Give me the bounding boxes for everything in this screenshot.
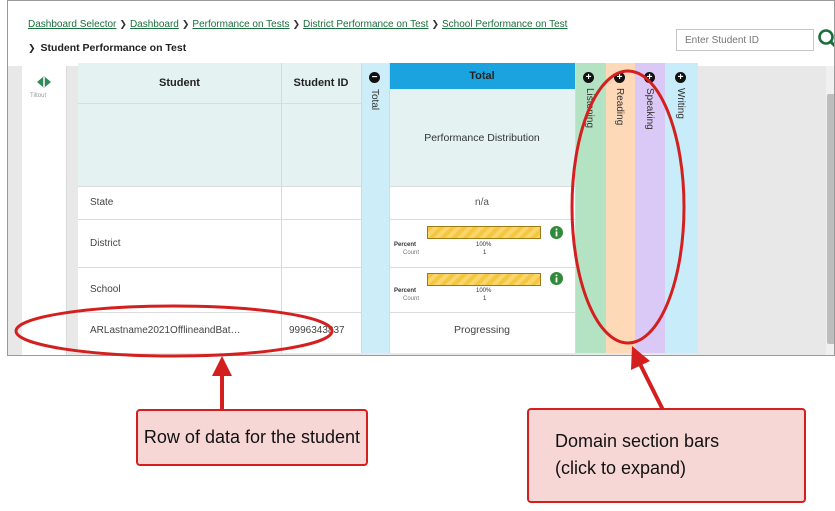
search-icon[interactable]	[816, 27, 835, 51]
student-id-search-input[interactable]	[676, 29, 814, 51]
grid-line	[281, 63, 282, 353]
domain-label-listening: Listening	[584, 88, 595, 129]
column-header-student-id[interactable]: Student ID	[281, 63, 361, 103]
page-title: ❯ Student Performance on Test	[28, 42, 186, 54]
district-count-label: Count	[403, 250, 420, 256]
left-rail: Tiltout	[22, 66, 67, 355]
school-count-value: 1	[483, 296, 487, 302]
school-count-label: Count	[403, 296, 420, 302]
domain-label-reading: Reading	[614, 88, 625, 126]
breadcrumb-dashboard-selector[interactable]: Dashboard Selector	[28, 19, 116, 30]
app-frame: Dashboard Selector ❯ Dashboard ❯ Performance…	[7, 0, 835, 356]
breadcrumb-district-performance[interactable]: District Performance on Test	[303, 19, 428, 30]
row-name-school: School	[90, 284, 121, 295]
grid-line	[389, 267, 575, 268]
school-percent-value: 100%	[476, 288, 492, 294]
grid-line	[361, 63, 362, 353]
breadcrumb-school-performance[interactable]: School Performance on Test	[442, 19, 567, 30]
student-results-table: Student Student ID − Total Total Perform…	[78, 63, 698, 353]
row-arrow-head	[212, 356, 232, 376]
callout-domain-text: Domain section bars (click to expand)	[555, 431, 720, 478]
total-collapsed-label: Total	[369, 89, 380, 111]
page-title-text: Student Performance on Test	[40, 42, 187, 54]
performance-distribution-label: Performance Distribution	[424, 131, 540, 144]
district-percent-label: Percent	[394, 242, 417, 248]
chevron-right-icon: ❯	[431, 19, 440, 29]
breadcrumb-dashboard[interactable]: Dashboard	[130, 19, 179, 30]
school-percent-label: Percent	[394, 288, 417, 294]
row-name-district: District	[90, 237, 121, 249]
state-total-value: n/a	[475, 197, 489, 208]
rail-label: Tiltout	[30, 93, 47, 99]
student-id-value: 9996343837	[289, 324, 345, 336]
column-header-total[interactable]: Total	[389, 63, 575, 89]
scrollbar-thumb[interactable]	[827, 94, 834, 344]
expand-writing-icon[interactable]: +	[675, 72, 686, 83]
student-total-level: Progressing	[453, 324, 511, 336]
chevron-right-icon: ❯	[181, 19, 190, 29]
callout-domain-bars: Domain section bars (click to expand)	[527, 408, 806, 503]
district-count-value: 1	[483, 250, 487, 256]
chevron-right-icon: ❯	[28, 43, 36, 53]
grid-line	[389, 219, 575, 220]
domain-label-speaking: Speaking	[644, 88, 655, 130]
callout-row-of-data: Row of data for the student	[136, 409, 368, 466]
column-header-student[interactable]: Student	[78, 63, 281, 103]
chevron-right-icon: ❯	[119, 19, 127, 29]
chevron-right-icon: ❯	[292, 19, 301, 29]
expand-speaking-icon[interactable]: +	[644, 72, 655, 83]
vertical-scrollbar[interactable]	[826, 66, 834, 355]
district-percent-value: 100%	[476, 242, 492, 248]
row-name-state: State	[90, 197, 114, 208]
collapse-total-icon[interactable]: −	[369, 72, 380, 83]
expand-listening-icon[interactable]: +	[583, 72, 594, 83]
grid-line	[575, 63, 576, 353]
info-icon[interactable]	[550, 272, 563, 285]
breadcrumb-performance-on-tests[interactable]: Performance on Tests	[192, 19, 289, 30]
info-icon[interactable]	[550, 226, 563, 239]
expand-collapse-icon[interactable]	[36, 76, 52, 88]
callout-row-text: Row of data for the student	[143, 427, 361, 447]
student-name-link[interactable]: ARLastname2021OfflineandBat…	[90, 312, 280, 348]
school-distribution-bar[interactable]	[427, 273, 541, 286]
district-distribution-bar[interactable]	[427, 226, 541, 239]
grid-line	[78, 103, 361, 104]
domain-label-writing: Writing	[675, 88, 686, 119]
report-content: Tiltout Student Student ID − Total Total…	[8, 63, 834, 355]
expand-reading-icon[interactable]: +	[614, 72, 625, 83]
breadcrumb: Dashboard Selector ❯ Dashboard ❯ Performance…	[28, 19, 567, 30]
domain-arrow-line	[638, 363, 665, 411]
